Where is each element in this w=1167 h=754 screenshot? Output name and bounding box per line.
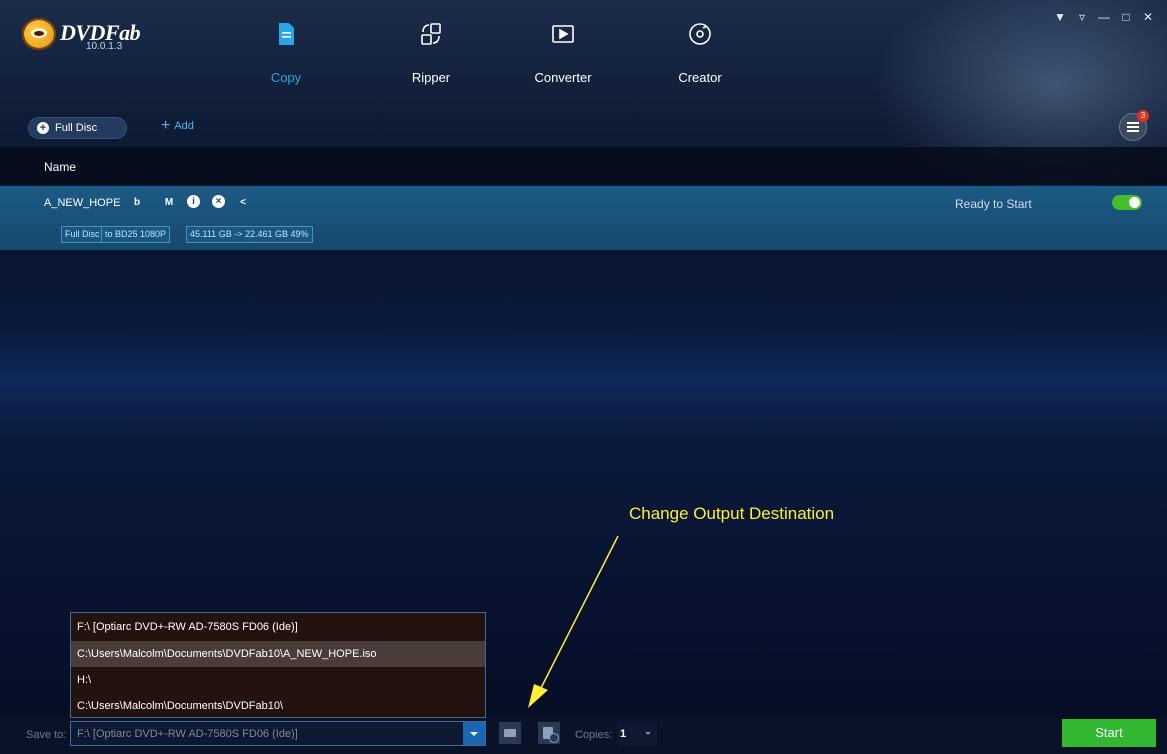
iso-icon (543, 727, 559, 743)
save-to-dropdown-list: F:\ [Optiarc DVD+-RW AD-7580S FD06 (Ide)… (70, 612, 486, 718)
folder-icon (504, 729, 516, 737)
dropdown-option[interactable]: C:\Users\Malcolm\Documents\DVDFab10\A_NE… (71, 641, 485, 667)
browse-folder-button[interactable] (499, 722, 521, 744)
dvdfab-window: DVDFab 10.0.1.3 ▼ ▿ — □ ✕ Copy Ripper Co… (0, 0, 1167, 754)
copies-select[interactable]: 1 (617, 721, 657, 746)
start-button[interactable]: Start (1062, 719, 1156, 747)
copies-value: 1 (620, 728, 627, 740)
save-to-value: F:\ [Optiarc DVD+-RW AD-7580S FD06 (Ide)… (77, 728, 298, 740)
dropdown-option[interactable]: F:\ [Optiarc DVD+-RW AD-7580S FD06 (Ide)… (71, 614, 485, 640)
chevron-down-icon[interactable] (463, 722, 485, 745)
copies-label: Copies: (575, 729, 613, 741)
chevron-down-icon (645, 732, 651, 735)
save-as-iso-button[interactable] (538, 722, 560, 744)
save-to-select[interactable]: F:\ [Optiarc DVD+-RW AD-7580S FD06 (Ide)… (70, 721, 486, 746)
dropdown-option[interactable]: C:\Users\Malcolm\Documents\DVDFab10\ (71, 693, 485, 719)
save-to-label: Save to: (26, 729, 67, 741)
dropdown-option[interactable]: H:\ (71, 667, 485, 693)
